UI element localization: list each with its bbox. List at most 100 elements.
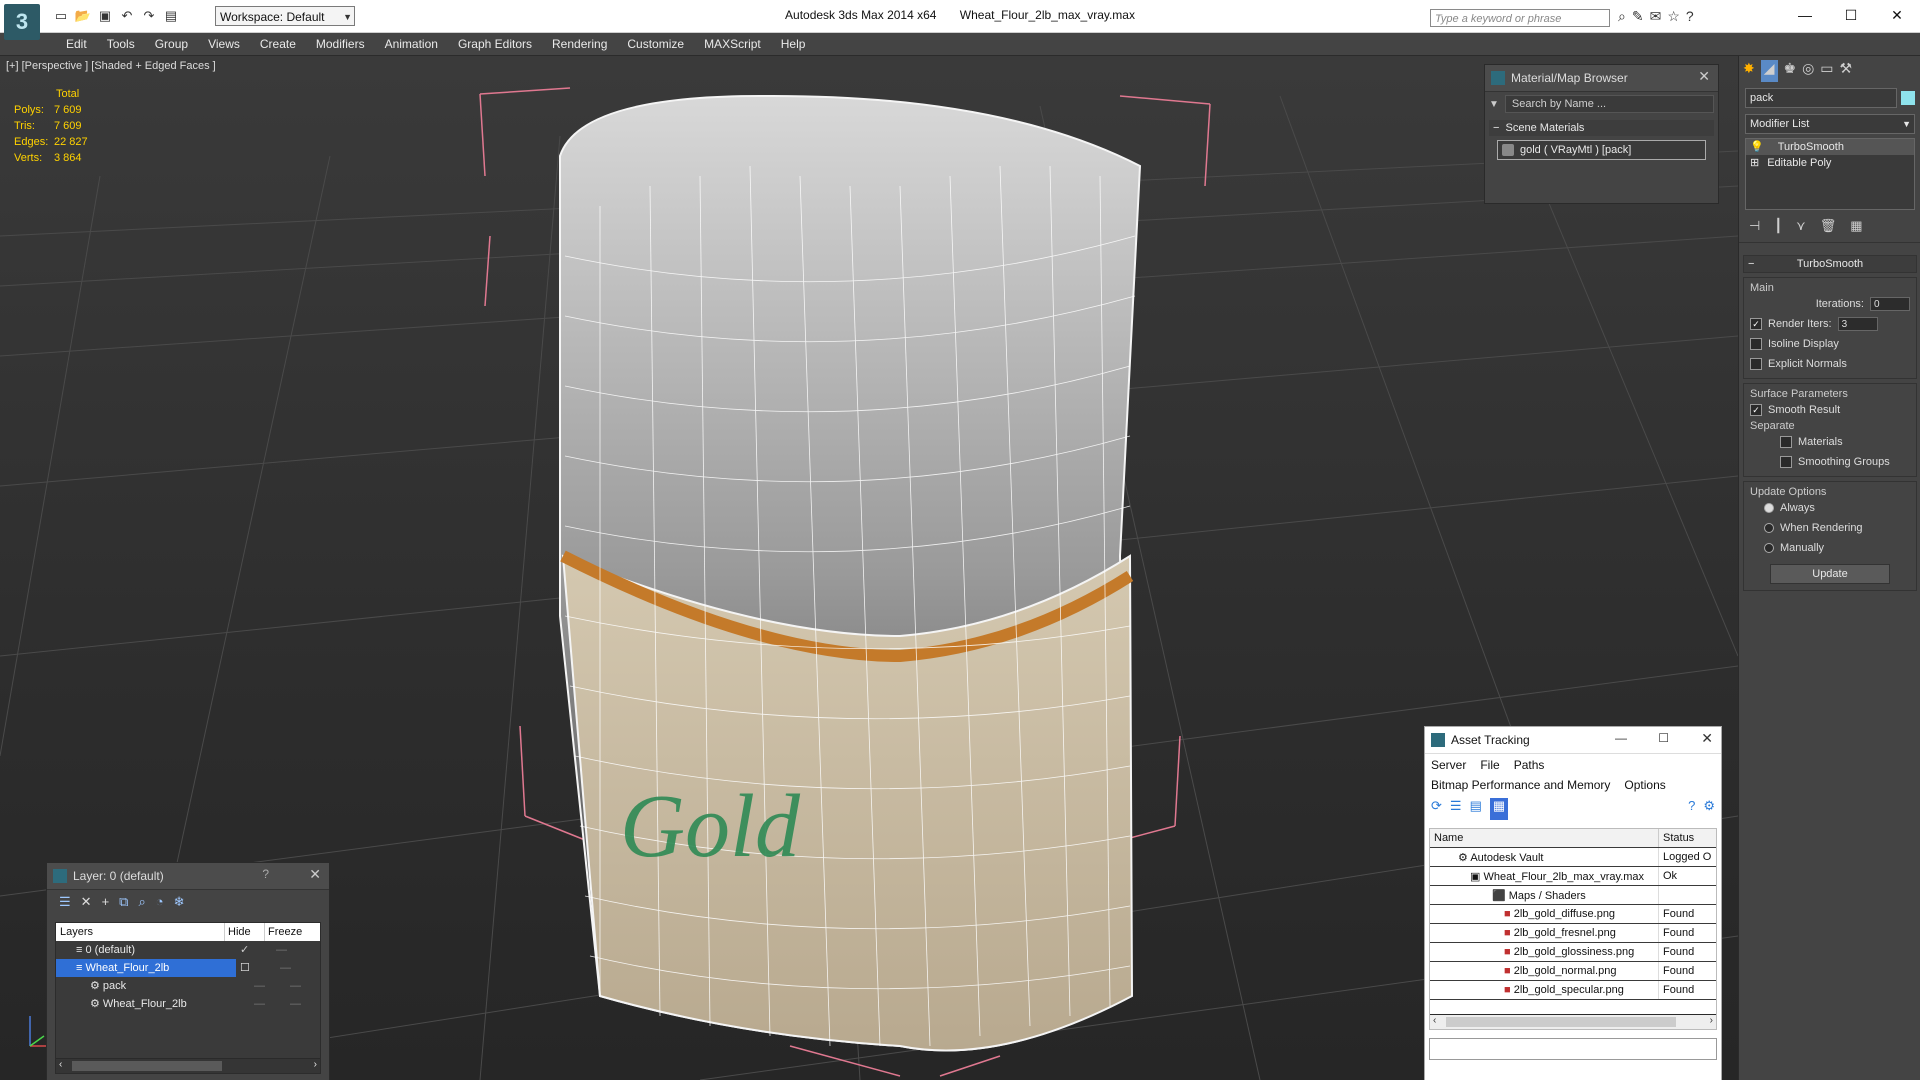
smoothing-groups-checkbox[interactable] [1780, 456, 1792, 468]
layer-panel-titlebar[interactable]: Layer: 0 (default) ? ✕ [47, 863, 329, 890]
stack-item[interactable]: ⊞ Editable Poly [1746, 155, 1914, 171]
scroll-thumb[interactable] [72, 1061, 222, 1071]
close-icon[interactable]: ✕ [309, 866, 321, 883]
pin-stack-icon[interactable]: ⊣ [1749, 218, 1760, 238]
hierarchy-tab-icon[interactable]: ♚ [1784, 60, 1797, 82]
remove-modifier-icon[interactable]: 🗑 [1820, 218, 1837, 238]
menu-help[interactable]: Help [771, 33, 816, 55]
lightbulb-icon[interactable]: 💡 [1750, 139, 1764, 155]
table-row[interactable]: ■ 2lb_gold_glossiness.png Found [1430, 942, 1716, 962]
table-row[interactable]: ⬛ Maps / Shaders [1430, 885, 1716, 905]
material-item[interactable]: gold ( VRayMtl ) [pack] [1497, 140, 1706, 160]
vault-help-icon[interactable]: ? [1688, 798, 1695, 820]
favorites-star-icon[interactable]: ☆ [1667, 8, 1680, 25]
grid-view-icon[interactable]: ▦ [1489, 798, 1509, 820]
horizontal-scrollbar[interactable]: ‹ › [56, 1058, 320, 1073]
layer-row[interactable]: ≡ Wheat_Flour_2lb ☐ — [56, 959, 320, 977]
menu-file[interactable]: File [1480, 756, 1499, 774]
col-layers[interactable]: Layers [56, 923, 224, 941]
menu-create[interactable]: Create [250, 33, 306, 55]
menu-maxscript[interactable]: MAXScript [694, 33, 771, 55]
material-browser-titlebar[interactable]: Material/Map Browser ✕ [1485, 65, 1718, 92]
render-iters-checkbox[interactable]: ✓ [1750, 318, 1762, 330]
layer-checkbox[interactable]: ☐ [236, 959, 280, 977]
create-tab-icon[interactable]: ✸ [1743, 60, 1755, 82]
utilities-tab-icon[interactable]: ⚒ [1840, 60, 1853, 82]
horizontal-scrollbar[interactable]: ‹ › [1430, 1014, 1716, 1029]
refresh-icon[interactable]: ⟳ [1431, 798, 1442, 820]
close-icon[interactable]: ✕ [1701, 730, 1713, 747]
stack-item[interactable]: 💡 TurboSmooth [1746, 139, 1914, 155]
col-status[interactable]: Status [1658, 829, 1716, 848]
col-freeze[interactable]: Freeze [264, 923, 320, 941]
maximize-icon[interactable]: ☐ [1828, 4, 1874, 26]
object-name-field[interactable]: pack [1745, 88, 1897, 108]
layer-row[interactable]: ⚙ pack — — [56, 977, 320, 995]
menu-paths[interactable]: Paths [1514, 756, 1545, 774]
viewport-label[interactable]: [+] [Perspective ] [Shaded + Edged Faces… [6, 60, 216, 72]
communication-icon[interactable]: ✉ [1650, 8, 1662, 25]
chevron-down-icon[interactable]: ▼ [1489, 99, 1499, 110]
update-button[interactable]: Update [1770, 564, 1890, 584]
object-color-swatch[interactable] [1901, 91, 1915, 105]
hide-toggle[interactable]: — [254, 977, 290, 995]
menu-graph-editors[interactable]: Graph Editors [448, 33, 542, 55]
scene-materials-section[interactable]: − Scene Materials [1489, 120, 1714, 136]
asset-tracking-titlebar[interactable]: Asset Tracking — ☐ ✕ [1425, 727, 1721, 754]
iterations-spinner[interactable]: 0 [1870, 297, 1910, 311]
menu-tools[interactable]: Tools [97, 33, 145, 55]
make-unique-icon[interactable]: ⋎ [1796, 218, 1806, 238]
asset-path-field[interactable] [1429, 1038, 1717, 1060]
maximize-icon[interactable]: ☐ [1658, 731, 1669, 745]
render-iters-spinner[interactable]: 3 [1837, 317, 1878, 331]
help-icon[interactable]: ? [1686, 8, 1694, 25]
motion-tab-icon[interactable]: ◎ [1802, 60, 1814, 82]
menu-customize[interactable]: Customize [617, 33, 694, 55]
menu-server[interactable]: Server [1431, 756, 1466, 774]
manually-radio[interactable] [1764, 543, 1774, 553]
col-name[interactable]: Name [1430, 829, 1659, 848]
menu-rendering[interactable]: Rendering [542, 33, 617, 55]
active-checkmark-icon[interactable]: ✓ [240, 941, 276, 959]
scroll-left-icon[interactable]: ‹ [59, 1059, 62, 1070]
scroll-left-icon[interactable]: ‹ [1433, 1015, 1436, 1026]
scroll-right-icon[interactable]: › [314, 1059, 317, 1070]
list-view-icon[interactable]: ☰ [1450, 798, 1462, 820]
table-view-icon[interactable]: ▤ [1470, 798, 1482, 820]
display-tab-icon[interactable]: ▭ [1820, 60, 1833, 82]
table-row[interactable]: ⚙ Autodesk Vault Logged O [1430, 847, 1716, 867]
freeze-toggle[interactable]: — [280, 959, 320, 977]
layer-row[interactable]: ≡ 0 (default) ✓ — [56, 941, 320, 959]
close-icon[interactable]: ✕ [1698, 68, 1710, 85]
isoline-checkbox[interactable] [1750, 338, 1762, 350]
vault-settings-icon[interactable]: ⚙ [1703, 798, 1715, 820]
freeze-toggle[interactable]: — [290, 977, 320, 995]
freeze-all-icon[interactable]: ❄ [174, 894, 185, 914]
keyword-search-input[interactable]: Type a keyword or phrase [1430, 9, 1610, 27]
when-rendering-radio[interactable] [1764, 523, 1774, 533]
menu-edit[interactable]: Edit [56, 33, 97, 55]
expand-plus-icon[interactable]: ⊞ [1750, 155, 1759, 171]
show-end-result-icon[interactable]: ┃ [1774, 218, 1782, 238]
menu-modifiers[interactable]: Modifiers [306, 33, 375, 55]
minimize-icon[interactable]: — [1782, 4, 1828, 26]
table-row[interactable]: ▣ Wheat_Flour_2lb_max_vray.max Ok [1430, 866, 1716, 886]
scroll-right-icon[interactable]: › [1710, 1015, 1713, 1026]
menu-views[interactable]: Views [198, 33, 250, 55]
configure-sets-icon[interactable]: ▦ [1850, 218, 1862, 238]
table-row[interactable]: ■ 2lb_gold_specular.png Found [1430, 980, 1716, 1000]
help-icon[interactable]: ? [262, 867, 269, 881]
app-logo-icon[interactable]: 3 [4, 4, 40, 40]
perspective-viewport[interactable]: Gold [+] [Perspective ] [Shaded + Edged … [0, 56, 1738, 1080]
material-search-input[interactable]: Search by Name ... [1504, 95, 1714, 113]
menu-animation[interactable]: Animation [375, 33, 448, 55]
delete-layer-icon[interactable]: ✕ [81, 894, 92, 914]
menu-group[interactable]: Group [145, 33, 198, 55]
binoculars-icon[interactable]: ⌕ [1618, 8, 1626, 25]
materials-checkbox[interactable] [1780, 436, 1792, 448]
smooth-result-checkbox[interactable]: ✓ [1750, 404, 1762, 416]
create-layer-icon[interactable]: ☰ [59, 894, 71, 914]
modify-tab-icon[interactable]: ◢ [1760, 60, 1778, 82]
layer-row[interactable]: ⚙ Wheat_Flour_2lb — — [56, 995, 320, 1013]
minimize-icon[interactable]: — [1615, 731, 1627, 745]
